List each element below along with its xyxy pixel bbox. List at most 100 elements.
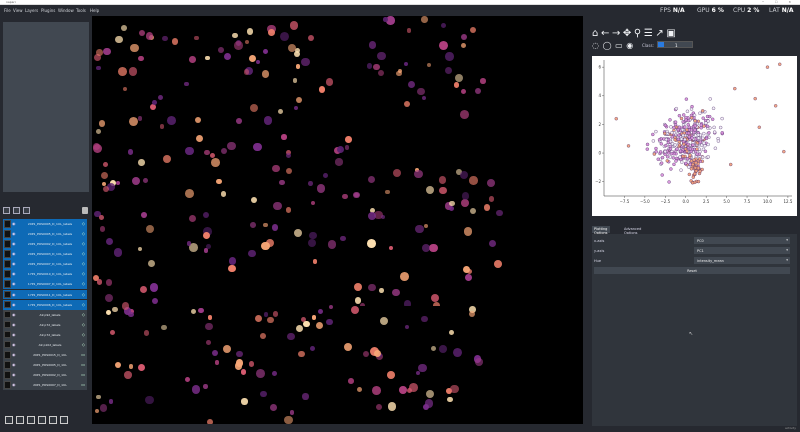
- layer-item[interactable]: ◉ A9 p9d_labels ◇: [3, 309, 87, 320]
- scatter-point: [690, 116, 694, 120]
- layer-item[interactable]: ◉ A9 p10d_labels ◇: [3, 339, 87, 350]
- eye-icon[interactable]: ◉: [12, 281, 16, 286]
- eye-icon[interactable]: ◉: [12, 332, 16, 337]
- eye-icon[interactable]: ◉: [12, 312, 16, 317]
- layer-item[interactable]: ◉ 17P1_POS0011_D_1UL_labels ◇: [3, 289, 87, 300]
- zoom-icon[interactable]: ⚲: [634, 28, 641, 39]
- console-button[interactable]: [5, 416, 13, 424]
- cell-blob: [138, 55, 144, 61]
- scatter-point: [757, 125, 761, 129]
- eye-icon[interactable]: ◉: [12, 382, 16, 387]
- scatter-point: [706, 142, 710, 147]
- configure-icon[interactable]: ☰: [644, 28, 653, 39]
- eye-icon[interactable]: ◉: [626, 41, 633, 50]
- cell-blob: [385, 189, 390, 195]
- cell-blob: [371, 386, 381, 396]
- delete-layer-icon[interactable]: [82, 207, 88, 214]
- layer-item[interactable]: ◉ 17P1_POS0007_D_1UL_labels ◇: [3, 279, 87, 290]
- eye-icon[interactable]: ◉: [12, 372, 16, 377]
- layer-item[interactable]: ◉ A9 p7d_labels ◇: [3, 319, 87, 330]
- activity-label[interactable]: activity: [785, 426, 796, 430]
- new-points-button[interactable]: [3, 207, 10, 214]
- cell-blob: [424, 223, 429, 228]
- layer-item[interactable]: ◉ 20P1_POS0002_D_1UL_labels ◇: [3, 239, 87, 250]
- layer-item[interactable]: ◉ 20P1_POS0005_D_1UL_labels ◇: [3, 219, 87, 229]
- layer-item[interactable]: ◉ 20P1_POS0005_D_1UL_labels ◇: [3, 229, 87, 239]
- layer-item[interactable]: ◉ 20P1_POS0005_D_1UL ▭: [3, 360, 87, 370]
- roll-dims-button[interactable]: [27, 416, 35, 424]
- cell-blob: [161, 324, 167, 331]
- eye-icon[interactable]: ◉: [12, 352, 16, 357]
- cell-blob: [132, 177, 141, 186]
- layer-item[interactable]: ◉ 20P1_POS0002_D_1UL ▭: [3, 370, 87, 381]
- eye-icon[interactable]: ◉: [12, 292, 16, 297]
- menu-view[interactable]: View: [13, 8, 23, 13]
- eye-icon[interactable]: ◉: [12, 342, 16, 347]
- hue-select[interactable]: intensity_mean ▾: [694, 257, 790, 264]
- scatter-point: [684, 97, 689, 101]
- scatter-point: [691, 162, 695, 167]
- scatter-plot[interactable]: −7.5 −5.0 −2.5 0.0 2.5 5.0 7.5 10.0 12.5 −2 0 2 4 6: [592, 56, 797, 216]
- cell-blob: [143, 329, 150, 336]
- class-spinbox[interactable]: 1: [657, 41, 693, 48]
- y-axis-select[interactable]: PC1 ▾: [694, 247, 790, 254]
- home-icon[interactable]: ⌂: [592, 28, 598, 39]
- eye-icon[interactable]: ◉: [12, 271, 16, 276]
- layer-list: ◉ 20P1_POS0005_D_1UL_labels ◇ ◉ 20P1_POS0005…: [3, 219, 87, 391]
- save-icon[interactable]: ▣: [666, 28, 675, 39]
- eye-icon[interactable]: ◉: [12, 221, 16, 226]
- layer-item[interactable]: ◉ 20P1_POS0015_D_1UL ▭: [3, 350, 87, 360]
- layer-item[interactable]: ◉ 20P1_POS0003_D_1UL_labels ◇: [3, 249, 87, 260]
- menu-layers[interactable]: Layers: [25, 8, 38, 13]
- scatter-point: [687, 135, 691, 139]
- home-button[interactable]: [60, 416, 68, 424]
- tab-advanced-options[interactable]: Advanced Options: [622, 226, 643, 235]
- rectangle-icon[interactable]: ▭: [615, 41, 623, 50]
- cell-blob: [325, 78, 334, 86]
- forward-arrow-icon[interactable]: →: [612, 28, 620, 39]
- lasso-icon[interactable]: ◌: [592, 41, 599, 50]
- menu-help[interactable]: Help: [90, 8, 99, 13]
- layer-item[interactable]: ◉ 17P1_POS0010_D_1UL_labels ◇: [3, 269, 87, 280]
- new-labels-button[interactable]: [23, 207, 30, 214]
- menu-tools[interactable]: Tools: [76, 8, 86, 13]
- scatter-point: [686, 118, 691, 123]
- menu-window[interactable]: Window: [58, 8, 74, 13]
- window-controls[interactable]: ─ ☐ ✕: [762, 0, 796, 4]
- cell-blob: [163, 154, 172, 163]
- scatter-point: [699, 126, 703, 130]
- viewer-canvas[interactable]: [92, 16, 583, 424]
- x-axis-select[interactable]: PC0 ▾: [694, 237, 790, 244]
- eye-icon[interactable]: ◉: [12, 231, 16, 236]
- scatter-point: [686, 131, 691, 135]
- back-arrow-icon[interactable]: ←: [601, 28, 609, 39]
- edit-axis-icon[interactable]: ↗: [655, 28, 663, 39]
- cell-blob: [103, 185, 109, 192]
- layer-item[interactable]: ◉ 17P1_POS0006_D_1UL_labels ◇: [3, 299, 87, 310]
- grid-button[interactable]: [49, 416, 57, 424]
- ellipse-icon[interactable]: ◯: [603, 41, 612, 50]
- layer-item[interactable]: ◉ A9 p7d_labels ◇: [3, 329, 87, 340]
- eye-icon[interactable]: ◉: [12, 251, 16, 256]
- eye-icon[interactable]: ◉: [12, 362, 16, 367]
- pan-icon[interactable]: ✥: [623, 28, 631, 39]
- ndisplay-button[interactable]: [16, 416, 24, 424]
- tab-plotting-options[interactable]: Plotting Options: [592, 226, 610, 235]
- cell-blob: [348, 378, 354, 384]
- scatter-point: [660, 155, 665, 160]
- reset-button[interactable]: Reset: [594, 267, 790, 274]
- cell-blob: [357, 387, 363, 393]
- menu-file[interactable]: File: [4, 8, 11, 13]
- eye-icon[interactable]: ◉: [12, 322, 16, 327]
- menu-plugins[interactable]: Plugins: [41, 8, 55, 13]
- cell-blob: [449, 206, 455, 212]
- layer-item[interactable]: ◉ 20P1_POS0007_D_1UL ▭: [3, 380, 87, 391]
- eye-icon[interactable]: ◉: [12, 241, 16, 246]
- transpose-button[interactable]: [38, 416, 46, 424]
- cell-blob: [138, 29, 146, 37]
- eye-icon[interactable]: ◉: [12, 302, 16, 307]
- labels-icon: ◇: [81, 271, 85, 277]
- new-shapes-button[interactable]: [13, 207, 20, 214]
- eye-icon[interactable]: ◉: [12, 261, 16, 266]
- layer-item[interactable]: ◉ 20P1_POS0007_D_1UL_labels ◇: [3, 259, 87, 270]
